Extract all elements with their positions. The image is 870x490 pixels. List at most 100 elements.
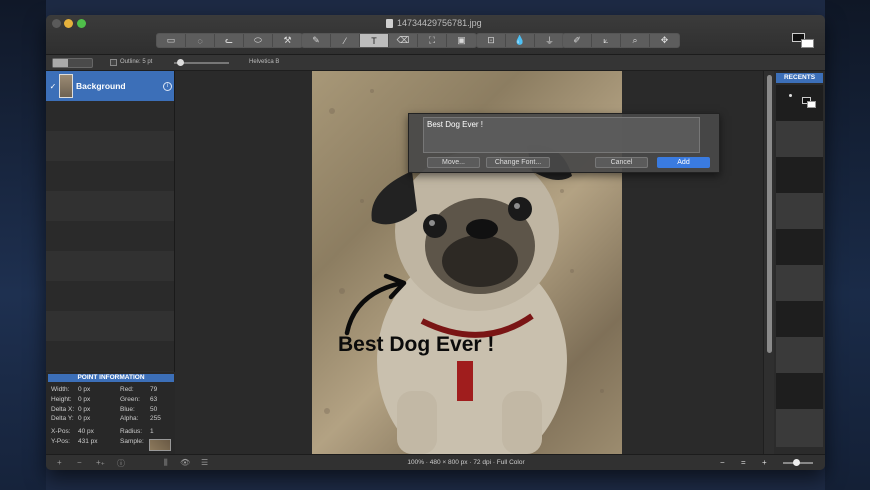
- layer-row-background[interactable]: ✓ Background i: [46, 71, 174, 101]
- width-label: Width:: [51, 386, 70, 393]
- flip-icon[interactable]: ⫼: [164, 458, 168, 468]
- info-icon[interactable]: ⓘ: [117, 458, 125, 469]
- recent-bg-swatch: [807, 101, 816, 108]
- text-entry-sheet: Best Dog Ever ! Move... Change Font... C…: [408, 113, 720, 173]
- eraser-tool[interactable]: ⌫: [389, 34, 418, 47]
- clone-tool[interactable]: ⊡: [477, 34, 506, 47]
- retouch-tool-group: ⊡ 💧 ⏚: [476, 33, 565, 48]
- y-pos-value: 431 px: [78, 438, 98, 445]
- desktop-left: [0, 0, 46, 490]
- empty-layer-slot: [46, 191, 174, 221]
- photo-caption-text[interactable]: Best Dog Ever !: [338, 333, 494, 357]
- layers-stack-icon[interactable]: ☰: [201, 458, 208, 467]
- height-label: Height:: [51, 396, 72, 403]
- minimize-window-button[interactable]: [64, 19, 73, 28]
- green-value: 63: [150, 396, 158, 403]
- status-bar: + − +₊ ⓘ ⫼ 👁 ☰ 100% · 480 × 800 px · 72 …: [46, 454, 825, 470]
- ellipse-select-tool[interactable]: ◌: [186, 34, 215, 47]
- empty-layer-slot: [46, 251, 174, 281]
- empty-layer-slot: [46, 221, 174, 251]
- close-window-button[interactable]: [52, 19, 61, 28]
- layer-name: Background: [76, 81, 126, 91]
- align-segment-control[interactable]: [52, 58, 93, 68]
- outline-slider-knob[interactable]: [177, 59, 184, 66]
- recent-slot[interactable]: [776, 301, 823, 337]
- layer-visible-checkmark[interactable]: ✓: [47, 82, 59, 91]
- green-label: Green:: [120, 396, 140, 403]
- layer-info-icon[interactable]: i: [163, 81, 172, 91]
- point-info-title: POINT INFORMATION: [48, 374, 174, 382]
- zoom-in-icon[interactable]: +: [762, 458, 767, 467]
- empty-layer-slot: [46, 161, 174, 191]
- paint-tool-group: ✎ ⁄ T ⌫ ⛶ ▣: [301, 33, 477, 48]
- delta-x-label: Delta X:: [51, 406, 75, 413]
- zoom-tool[interactable]: ⌕: [621, 34, 650, 47]
- blur-tool[interactable]: 💧: [506, 34, 535, 47]
- crop-tool[interactable]: ⟀: [592, 34, 621, 47]
- text-tool[interactable]: T: [360, 34, 389, 47]
- remove-layer-icon[interactable]: −: [77, 458, 82, 467]
- outline-label: Outline: 5 pt: [120, 59, 153, 65]
- layers-panel: ✓ Background i: [46, 71, 175, 372]
- scrollbar-thumb[interactable]: [767, 75, 772, 353]
- change-font-button[interactable]: Change Font...: [486, 157, 550, 168]
- duplicate-layer-icon[interactable]: +₊: [96, 458, 105, 467]
- recent-slot[interactable]: [776, 337, 823, 373]
- background-color-swatch[interactable]: [801, 39, 814, 48]
- align-left-segment[interactable]: [53, 59, 68, 67]
- rect-select-tool[interactable]: ▭: [157, 34, 186, 47]
- levels-tool[interactable]: ⏚: [535, 34, 564, 47]
- outline-checkbox[interactable]: [110, 59, 117, 66]
- lasso-tool[interactable]: ᓚ: [215, 34, 244, 47]
- pencil-tool[interactable]: ✎: [302, 34, 331, 47]
- vertical-scrollbar[interactable]: [763, 71, 774, 454]
- recents-title: RECENTS: [776, 73, 823, 83]
- fill-tool[interactable]: ⛶: [418, 34, 447, 47]
- canvas-area[interactable]: Best Dog Ever ! Best Dog Ever ! Move... …: [175, 71, 763, 454]
- zoom-slider-knob[interactable]: [793, 459, 800, 466]
- add-layer-icon[interactable]: +: [57, 458, 62, 467]
- image-info-text: 100% · 480 × 800 px · 72 dpi · Full Colo…: [407, 459, 525, 466]
- brush-dot-icon: [789, 94, 792, 97]
- magic-wand-tool[interactable]: ⚒: [273, 34, 302, 47]
- recent-slot[interactable]: [776, 265, 823, 301]
- recent-slot[interactable]: [776, 193, 823, 229]
- recent-slot[interactable]: [776, 409, 823, 447]
- window-title-text: 14734429756781.jpg: [397, 18, 482, 28]
- cancel-button[interactable]: Cancel: [595, 157, 648, 168]
- move-button[interactable]: Move...: [427, 157, 480, 168]
- empty-layer-slot: [46, 341, 174, 371]
- text-entry-field[interactable]: Best Dog Ever !: [423, 117, 700, 153]
- sample-color-swatch: [149, 439, 171, 451]
- empty-layer-slot: [46, 101, 174, 131]
- zoom-actual-icon[interactable]: =: [741, 458, 746, 467]
- recent-slot[interactable]: [776, 157, 823, 193]
- gradient-tool[interactable]: ▣: [447, 34, 476, 47]
- color-swatches[interactable]: [792, 33, 818, 49]
- add-button[interactable]: Add: [657, 157, 710, 168]
- zoom-out-icon[interactable]: −: [720, 458, 725, 467]
- x-pos-value: 40 px: [78, 428, 94, 435]
- recent-slot[interactable]: [776, 229, 823, 265]
- line-tool[interactable]: ⁄: [331, 34, 360, 47]
- move-tool[interactable]: ✥: [650, 34, 679, 47]
- delta-y-label: Delta Y:: [51, 415, 74, 422]
- recent-slot[interactable]: [776, 373, 823, 409]
- recent-slot[interactable]: [776, 121, 823, 157]
- font-name-label[interactable]: Helvetica B: [249, 59, 279, 65]
- red-label: Red:: [120, 386, 134, 393]
- eyedropper-tool[interactable]: ✐: [563, 34, 592, 47]
- visibility-eye-icon[interactable]: 👁: [180, 458, 190, 467]
- alpha-value: 255: [150, 415, 161, 422]
- window-title: 14734429756781.jpg: [386, 18, 482, 28]
- x-pos-label: X-Pos:: [51, 428, 71, 435]
- misc-tool-group: ✐ ⟀ ⌕ ✥: [562, 33, 680, 48]
- zoom-window-button[interactable]: [77, 19, 86, 28]
- blue-value: 50: [150, 406, 158, 413]
- shape-select-tool[interactable]: ⬭: [244, 34, 273, 47]
- radius-value: 1: [150, 428, 154, 435]
- desktop-right: [825, 0, 870, 490]
- alpha-label: Alpha:: [120, 415, 139, 422]
- delta-y-value: 0 px: [78, 415, 91, 422]
- recent-item[interactable]: [776, 85, 823, 121]
